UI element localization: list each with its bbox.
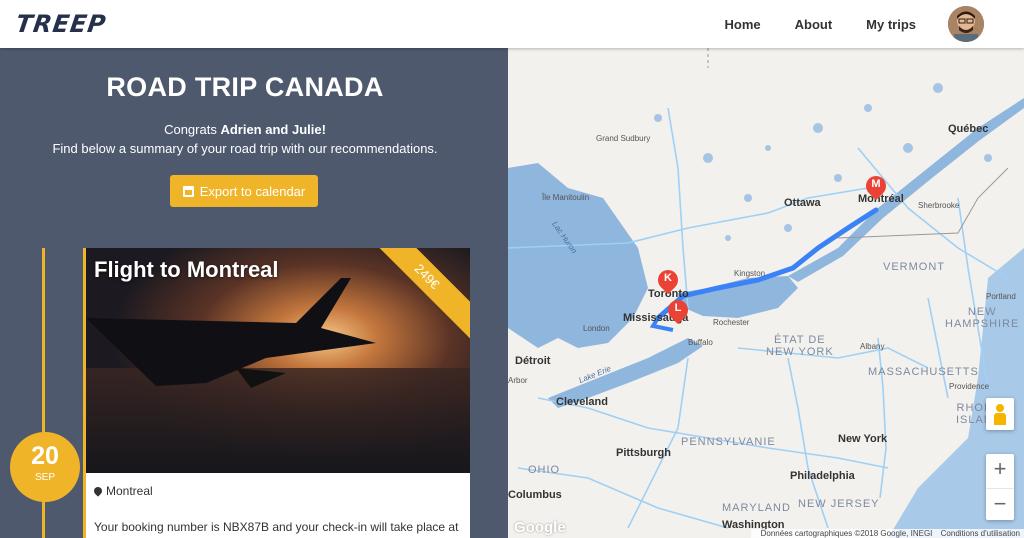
location-row: Montreal bbox=[92, 484, 153, 498]
route-marker-l[interactable]: L bbox=[663, 295, 693, 326]
location-label: Montreal bbox=[106, 484, 153, 498]
label-etat-new-york: ÉTAT DE NEW YORK bbox=[766, 334, 834, 358]
marker-letter: M bbox=[871, 178, 881, 190]
label-philadelphia: Philadelphia bbox=[790, 470, 855, 482]
label-massachusetts: MASSACHUSETTS bbox=[868, 366, 979, 378]
label-sherbrooke: Sherbrooke bbox=[918, 201, 960, 210]
trip-summary-panel: ROAD TRIP CANADA Congrats Adrien and Jul… bbox=[0, 48, 508, 538]
export-calendar-label: Export to calendar bbox=[199, 183, 306, 199]
label-kingston: Kingston bbox=[734, 269, 766, 278]
trip-summary-text: Find below a summary of your road trip w… bbox=[52, 141, 438, 156]
nav-my-trips-link[interactable]: My trips bbox=[866, 17, 916, 32]
zoom-out-button[interactable]: − bbox=[986, 488, 1014, 520]
label-arbor: Arbor bbox=[508, 376, 528, 385]
nav-home-link[interactable]: Home bbox=[724, 17, 760, 32]
pegman-body-icon bbox=[994, 413, 1006, 425]
main-nav: Home About My trips bbox=[690, 17, 916, 32]
nav-about-link[interactable]: About bbox=[795, 17, 833, 32]
label-rochester: Rochester bbox=[713, 318, 750, 327]
label-new-jersey: NEW JERSEY bbox=[798, 498, 880, 510]
map-pin-icon bbox=[92, 485, 104, 497]
congrats-names: Adrien and Julie! bbox=[220, 122, 326, 137]
label-new-hampshire: NEW HAMPSHIRE bbox=[945, 306, 1020, 330]
treep-logo[interactable]: TREEP bbox=[14, 10, 108, 38]
marker-letter: L bbox=[674, 302, 682, 314]
label-pennsylvania: PENNSYLVANIE bbox=[681, 436, 776, 448]
label-ohio: OHIO bbox=[528, 464, 561, 476]
label-albany: Albany bbox=[860, 342, 885, 351]
zoom-in-button[interactable]: + bbox=[986, 454, 1014, 486]
route-marker-k[interactable]: K bbox=[653, 265, 683, 296]
route-map[interactable]: Québec Grand Sudbury Île Manitoulin Otta… bbox=[508, 48, 1024, 538]
label-london: London bbox=[583, 324, 610, 333]
booking-text: Your booking number is NBX87B and your c… bbox=[94, 520, 459, 534]
marker-letter: K bbox=[664, 272, 672, 284]
label-cleveland: Cleveland bbox=[556, 396, 608, 408]
flight-card[interactable]: Flight to Montreal 249€ Montreal Your bo… bbox=[83, 248, 470, 538]
trip-title: ROAD TRIP CANADA bbox=[106, 72, 384, 102]
top-navbar: TREEP Home About My trips bbox=[0, 0, 1024, 48]
label-new-york: New York bbox=[838, 433, 888, 445]
label-buffalo: Buffalo bbox=[688, 338, 713, 347]
label-detroit: Détroit bbox=[515, 355, 551, 367]
label-ile-manitoulin: Île Manitoulin bbox=[542, 193, 590, 202]
map-canvas bbox=[508, 48, 1024, 538]
date-badge: 20 SEP bbox=[10, 432, 80, 502]
label-vermont: VERMONT bbox=[883, 261, 945, 273]
label-pittsburgh: Pittsburgh bbox=[616, 447, 671, 459]
calendar-icon bbox=[182, 185, 194, 197]
label-quebec: Québec bbox=[948, 123, 989, 135]
label-grand-sudbury: Grand Sudbury bbox=[596, 134, 651, 143]
label-maryland: MARYLAND bbox=[722, 502, 791, 514]
google-logo[interactable]: Google bbox=[514, 519, 566, 536]
route-marker-m[interactable]: M bbox=[861, 171, 891, 202]
label-providence: Providence bbox=[949, 382, 990, 391]
export-calendar-button[interactable]: Export to calendar bbox=[170, 175, 318, 207]
map-data-credit: Données cartographiques ©2018 Google, IN… bbox=[760, 529, 933, 538]
zoom-controls: + − bbox=[986, 454, 1014, 520]
label-columbus: Columbus bbox=[508, 489, 562, 501]
card-title: Flight to Montreal bbox=[94, 257, 279, 282]
date-month: SEP bbox=[34, 472, 55, 483]
pegman-icon bbox=[996, 404, 1004, 412]
airplane-wing-photo: Flight to Montreal 249€ bbox=[86, 248, 470, 473]
map-attribution: Données cartographiques ©2018 Google, IN… bbox=[750, 529, 1024, 538]
label-portland: Portland bbox=[986, 292, 1016, 301]
congrats-line: Congrats Adrien and Julie! bbox=[0, 122, 490, 137]
date-day: 20 bbox=[31, 442, 59, 470]
terms-link[interactable]: Conditions d'utilisation bbox=[941, 529, 1020, 538]
street-view-pegman[interactable] bbox=[986, 398, 1014, 430]
congrats-prefix: Congrats bbox=[164, 122, 221, 137]
label-ottawa: Ottawa bbox=[784, 197, 821, 209]
user-avatar[interactable] bbox=[948, 6, 984, 42]
